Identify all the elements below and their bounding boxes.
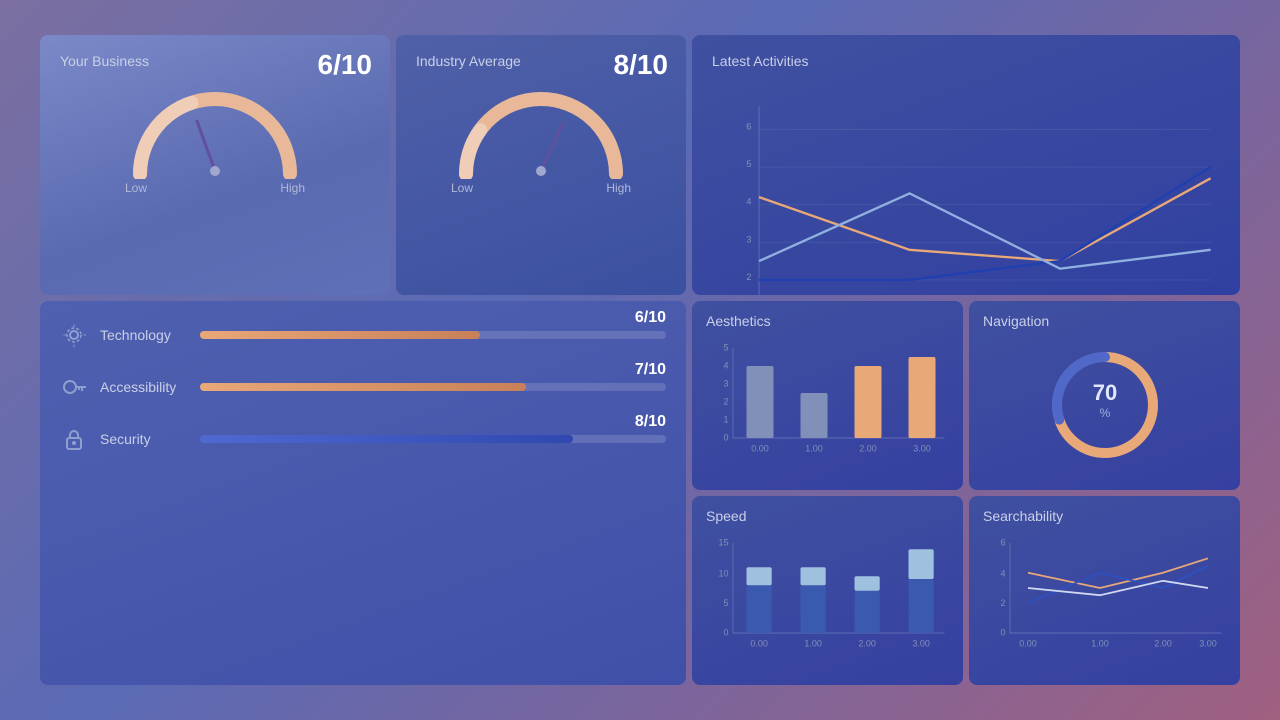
gauge-svg-business (125, 79, 305, 179)
svg-text:%: % (1099, 406, 1110, 420)
key-icon (60, 373, 88, 401)
svg-text:1.00: 1.00 (804, 639, 822, 649)
accessibility-bar-container: 7/10 (200, 383, 666, 391)
activities-chart-svg: 0 1 2 3 4 5 6 2017-01-01 2017-01-11 2017… (712, 77, 1220, 295)
svg-text:3: 3 (746, 233, 751, 244)
svg-text:70: 70 (1092, 380, 1116, 405)
svg-text:2: 2 (746, 271, 751, 282)
industry-gauge-low: Low (451, 181, 473, 195)
industry-score: 8/10 (614, 49, 669, 81)
security-score: 8/10 (635, 413, 666, 431)
metric-technology: Technology 6/10 (60, 321, 666, 349)
svg-text:1.00: 1.00 (805, 444, 823, 454)
svg-text:2.00: 2.00 (1154, 639, 1172, 649)
speed-title: Speed (706, 508, 949, 524)
searchability-title: Searchability (983, 508, 1226, 524)
svg-text:5: 5 (746, 158, 751, 169)
technology-score: 6/10 (635, 309, 666, 327)
svg-text:0.00: 0.00 (750, 639, 768, 649)
svg-text:0: 0 (723, 628, 728, 638)
aesthetics-chart: 0 1 2 3 4 5 0.00 1.00 2.00 3.00 (706, 337, 949, 467)
svg-text:1.00: 1.00 (1091, 639, 1109, 649)
svg-text:0: 0 (1000, 628, 1005, 638)
metric-accessibility: Accessibility 7/10 (60, 373, 666, 401)
svg-text:3.00: 3.00 (912, 639, 930, 649)
svg-text:15: 15 (718, 538, 728, 548)
gauge-svg-industry (451, 79, 631, 179)
svg-text:4: 4 (1000, 568, 1005, 578)
svg-text:0: 0 (723, 433, 728, 443)
speed-panel: Speed 0 5 10 15 0.00 1.00 2.00 (692, 496, 963, 685)
navigation-donut: 70 % (1045, 345, 1165, 465)
searchability-panel: Searchability 0 2 4 6 0.00 1.00 2.00 3.0… (969, 496, 1240, 685)
svg-text:3.00: 3.00 (1199, 639, 1217, 649)
latest-activities-panel: Latest Activities 0 1 2 3 4 5 6 2017-01-… (692, 35, 1240, 295)
technology-bar (200, 331, 480, 339)
svg-text:2: 2 (723, 397, 728, 407)
metrics-panel: Technology 6/10 Accessibility 7/10 (40, 301, 686, 685)
svg-text:0.00: 0.00 (751, 444, 769, 454)
bottom-panels: Aesthetics 0 1 2 3 4 5 0.00 1.00 2.00 3.… (692, 301, 1240, 685)
accessibility-bar (200, 383, 526, 391)
gauge-labels-industry: Low High (451, 181, 631, 195)
security-label: Security (100, 431, 200, 447)
gauge-low-label: Low (125, 181, 147, 195)
svg-text:5: 5 (723, 343, 728, 353)
aesthetics-panel: Aesthetics 0 1 2 3 4 5 0.00 1.00 2.00 3.… (692, 301, 963, 490)
activities-title: Latest Activities (712, 53, 1220, 69)
accessibility-score: 7/10 (635, 361, 666, 379)
aesthetics-title: Aesthetics (706, 313, 949, 329)
security-bar (200, 435, 573, 443)
svg-text:5: 5 (723, 598, 728, 608)
svg-text:4: 4 (723, 361, 728, 371)
navigation-title: Navigation (983, 313, 1226, 329)
industry-average-panel: Industry Average 8/10 Low High (396, 35, 686, 295)
svg-text:1: 1 (723, 415, 728, 425)
svg-text:6: 6 (1000, 538, 1005, 548)
gauge-labels-business: Low High (125, 181, 305, 195)
your-business-gauge: Low High (60, 79, 370, 195)
your-business-panel: Your Business 6/10 Low High (40, 35, 390, 295)
dashboard: Your Business 6/10 Low High Industry Ave… (40, 35, 1240, 685)
svg-text:10: 10 (718, 568, 728, 578)
metric-security: Security 8/10 (60, 425, 666, 453)
gauge-high-label: High (280, 181, 305, 195)
svg-text:3: 3 (723, 379, 728, 389)
technology-bar-container: 6/10 (200, 331, 666, 339)
industry-gauge-high: High (606, 181, 631, 195)
svg-text:6: 6 (746, 120, 751, 131)
svg-text:4: 4 (746, 196, 751, 207)
navigation-panel: Navigation 70 % (969, 301, 1240, 490)
donut-container: 70 % (983, 337, 1226, 472)
searchability-chart: 0 2 4 6 0.00 1.00 2.00 3.00 (983, 532, 1226, 662)
svg-text:2.00: 2.00 (859, 444, 877, 454)
svg-text:3.00: 3.00 (913, 444, 931, 454)
speed-chart: 0 5 10 15 0.00 1.00 2.00 3.00 (706, 532, 949, 662)
accessibility-label: Accessibility (100, 379, 200, 395)
your-business-score: 6/10 (318, 49, 373, 81)
svg-text:0.00: 0.00 (1019, 639, 1037, 649)
technology-label: Technology (100, 327, 200, 343)
svg-text:2.00: 2.00 (858, 639, 876, 649)
gear-icon (60, 321, 88, 349)
svg-text:2: 2 (1000, 598, 1005, 608)
security-bar-container: 8/10 (200, 435, 666, 443)
industry-gauge: Low High (416, 79, 666, 195)
lock-icon (60, 425, 88, 453)
